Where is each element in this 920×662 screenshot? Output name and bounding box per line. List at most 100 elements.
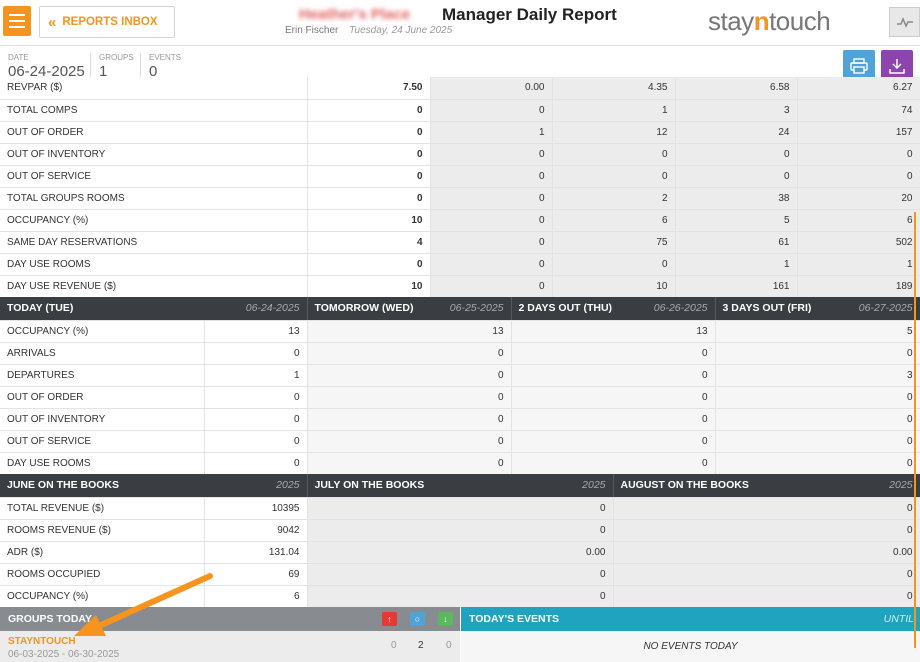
activity-button[interactable] [889,7,920,37]
cell-value: 10 [307,209,431,232]
table-row: OCCUPANCY (%)10065612 [0,209,920,232]
arrow-down-icon[interactable]: ↓ [438,612,453,626]
group-count-departures: 0 [446,640,452,651]
cell-value: 6.27 [797,77,920,100]
cell-value: 0 [430,99,553,122]
cell-value: 0.00 [307,541,614,564]
cell-value: 10 [552,275,676,298]
table-row: DAY USE REVENUE ($)10010161189705 [0,275,920,298]
until-label: UNTIL [883,613,914,625]
row-label: OUT OF INVENTORY [0,143,308,166]
cell-value: 0 [430,231,553,254]
cell-value: 0 [552,143,676,166]
cell-value: 0.00 [430,77,553,100]
user-name: Erin Fischer [285,25,339,36]
table-row: SAME DAY RESERVATIONS407561502460 [0,231,920,254]
table-row: TOTAL COMPS00137419 [0,99,920,122]
cell-value: 0 [307,253,431,276]
cell-value: 1 [797,253,920,276]
printer-icon [850,57,868,74]
column-header: 06-24-2025 TODAY (TUE) [0,297,308,321]
table-row: REVPAR ($)7.500.004.356.586.2714.42 [0,77,920,100]
cell-value: 0 [307,497,614,520]
cell-value: 131.04 [204,541,308,564]
cell-value: 4 [307,231,431,254]
row-label: OUT OF ORDER [0,121,308,144]
table-row: TOTAL REVENUE ($) 10395 0 0 [0,497,920,520]
cell-value: 4.35 [552,77,676,100]
menu-button[interactable] [3,6,31,36]
annotation-arrow [74,573,213,636]
cell-value: 157 [797,121,920,144]
cell-value: 502 [797,231,920,254]
date-stat: DATE 06-24-2025 [8,53,85,80]
table-row: OUT OF SERVICE 0 0 0 0 [0,430,920,453]
cell-value: 0 [675,143,798,166]
column-header: 06-27-2025 3 DAYS OUT (FRI) [715,297,920,321]
cell-value: 0 [715,386,920,409]
table-row: ROOMS REVENUE ($) 9042 0 0 [0,519,920,542]
cell-value: 0 [204,452,308,475]
cell-value: 0 [430,275,553,298]
group-count-arrivals: 0 [391,640,397,651]
column-header: 06-26-2025 2 DAYS OUT (THU) [511,297,716,321]
no-events-message: NO EVENTS TODAY [461,631,920,662]
group-dates: 06-03-2025 - 06-30-2025 [8,649,120,660]
cell-value: 0 [613,563,920,586]
cell-value: 3 [715,364,920,387]
cell-value: 0 [552,165,676,188]
cell-value: 0 [307,165,431,188]
cell-value: 9042 [204,519,308,542]
row-label: ARRIVALS [0,342,205,365]
cell-value: 0 [204,386,308,409]
arrow-up-icon[interactable]: ↑ [382,612,397,626]
hamburger-icon [9,14,25,16]
column-header: 06-25-2025 TOMORROW (WED) [307,297,512,321]
circle-icon[interactable]: ○ [410,612,425,626]
cell-value: 10395 [204,497,308,520]
cell-value: 0 [511,408,716,431]
scrollbar[interactable] [914,212,916,648]
cell-value: 74 [797,99,920,122]
cell-value: 38 [675,187,798,210]
hotel-name: Heather's Place [299,6,411,23]
cell-value: 161 [675,275,798,298]
table-row: DAY USE ROOMS 0 0 0 0 [0,452,920,475]
table-row: ADR ($) 131.04 0.00 0.00 [0,541,920,564]
cell-value: 6 [552,209,676,232]
cell-value: 0 [797,165,920,188]
books-header-row: 2025 JUNE ON THE BOOKS 2025 JULY ON THE BOO… [0,474,920,498]
cell-value: 5 [715,320,920,343]
cell-value: 189 [797,275,920,298]
row-label: OCCUPANCY (%) [0,320,205,343]
table-row: OUT OF SERVICE000000 [0,165,920,188]
groups-stat: GROUPS 1 [90,53,134,80]
download-icon [889,58,905,74]
events-stat: EVENTS 0 [140,53,181,80]
cell-value: 0 [675,165,798,188]
cell-value: 3 [675,99,798,122]
cell-value: 13 [511,320,716,343]
cell-value: 0 [307,430,512,453]
cell-value: 20 [797,187,920,210]
cell-value: 12 [552,121,676,144]
cell-value: 0 [715,342,920,365]
row-label: OCCUPANCY (%) [0,209,308,232]
cell-value: 0 [613,585,920,608]
cell-value: 0 [307,187,431,210]
row-label: OUT OF ORDER [0,386,205,409]
cell-value: 0 [430,143,553,166]
todays-events-header: TODAY'S EVENTS UNTIL [461,607,920,631]
cell-value: 0 [307,386,512,409]
top-header: « REPORTS INBOX Heather's Place Manager … [0,0,920,46]
cell-value: 6.58 [675,77,798,100]
reports-inbox-button[interactable]: « REPORTS INBOX [39,6,175,38]
cell-value: 0 [307,585,614,608]
cell-value: 0 [613,497,920,520]
table-row: TOTAL GROUPS ROOMS0023820459 [0,187,920,210]
cell-value: 1 [204,364,308,387]
row-label: OUT OF INVENTORY [0,408,205,431]
row-label: DAY USE REVENUE ($) [0,275,308,298]
row-label: TOTAL GROUPS ROOMS [0,187,308,210]
table-row: OUT OF INVENTORY 0 0 0 0 [0,408,920,431]
